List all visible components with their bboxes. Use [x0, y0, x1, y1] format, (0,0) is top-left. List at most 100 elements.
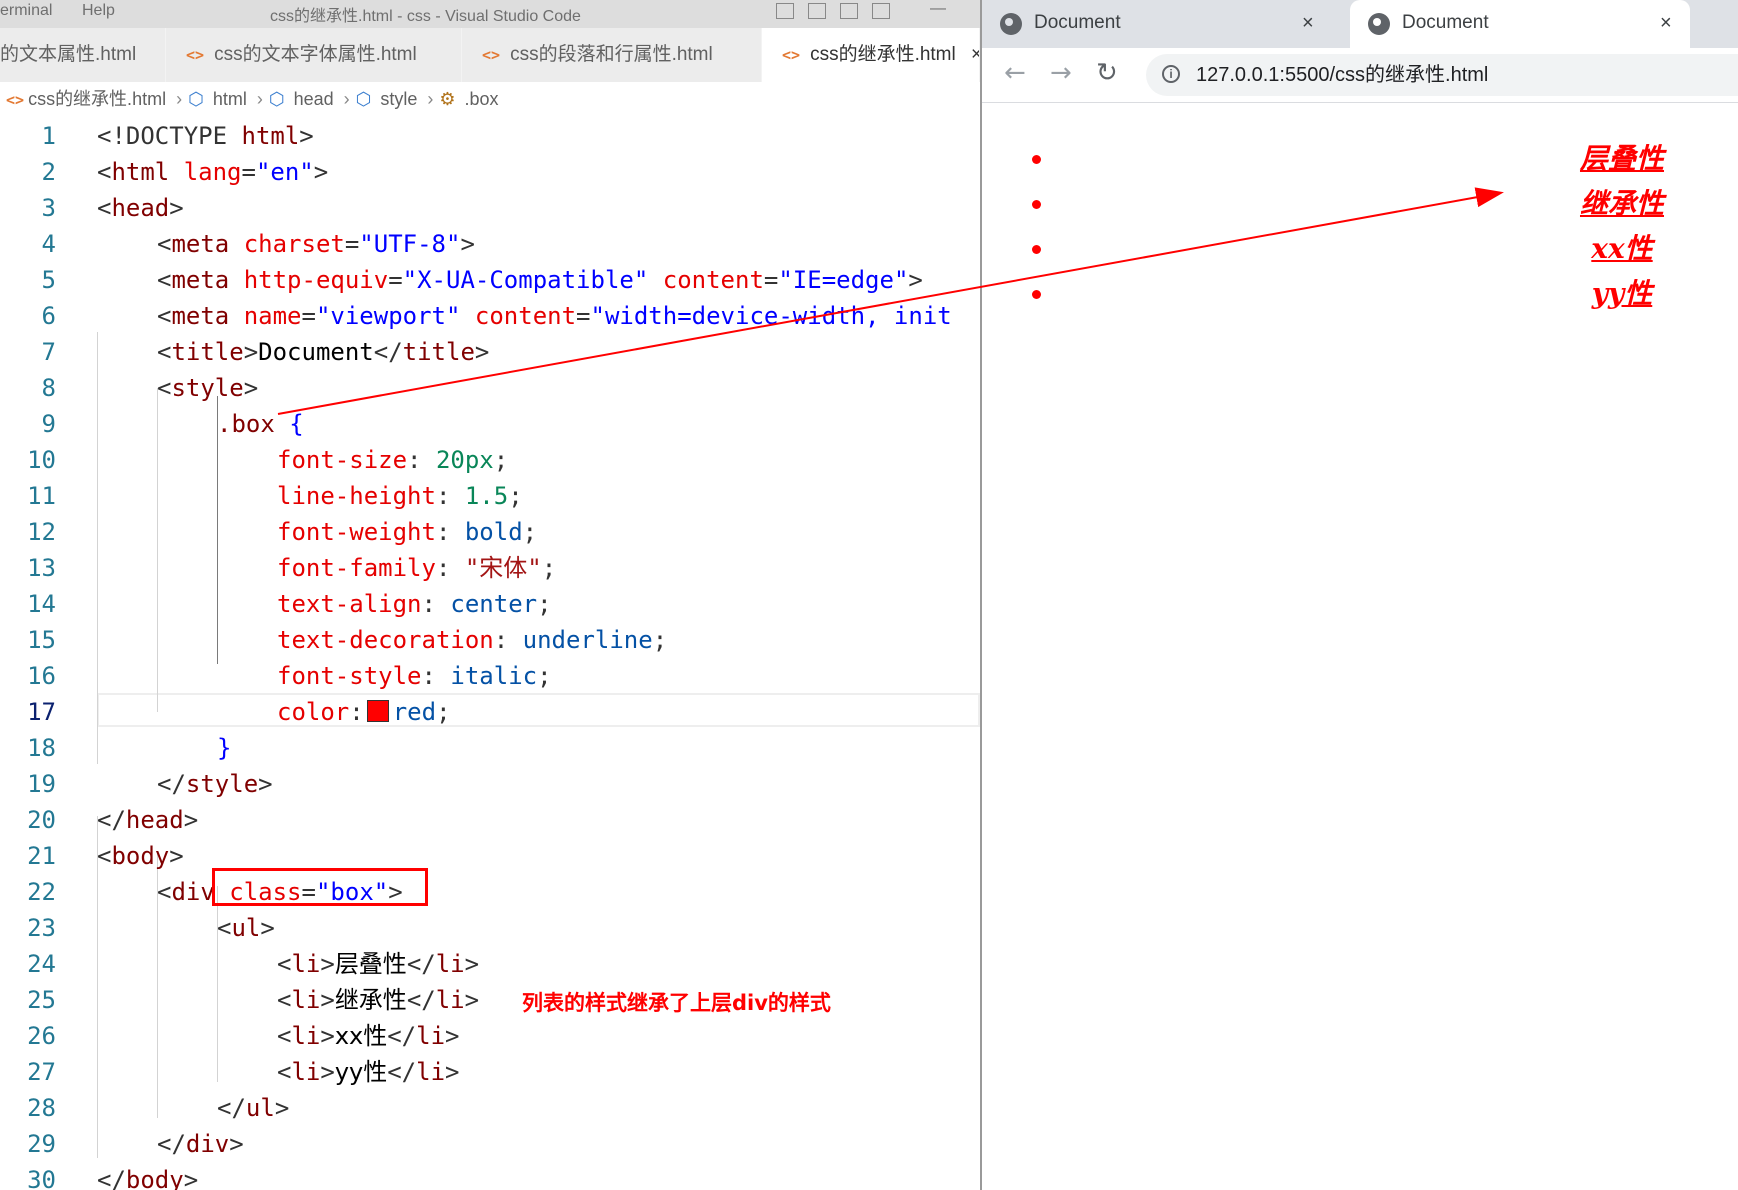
browser-toolbar: ← → ↻ i 127.0.0.1:5500/css的继承性.html — [982, 48, 1738, 103]
close-icon[interactable]: × — [1660, 0, 1672, 46]
menu-help[interactable]: Help — [82, 2, 115, 20]
code-line-9: 9 .box { — [0, 406, 980, 442]
code-token: = — [344, 230, 360, 258]
code-token: lang — [169, 158, 242, 186]
list-item: 层叠性 — [1579, 142, 1664, 175]
reload-icon[interactable]: ↻ — [1096, 58, 1118, 88]
browser-tab[interactable]: Document × — [982, 0, 1336, 48]
breadcrumb-file[interactable]: css的继承性.html — [28, 89, 166, 109]
close-icon[interactable]: × — [1302, 0, 1314, 46]
code-token: </ — [217, 1094, 246, 1122]
minimize-icon[interactable]: — — [930, 0, 946, 18]
code-token: = — [388, 266, 403, 294]
tab-paragraph-attr[interactable]: <> css的段落和行属性.html — [462, 28, 762, 82]
line-number: 22 — [27, 878, 56, 906]
chevron-right-icon: › — [256, 89, 263, 109]
address-bar[interactable]: i 127.0.0.1:5500/css的继承性.html — [1146, 54, 1738, 96]
page-viewport: 层叠性 继承性 xx性 yy性 — [982, 103, 1738, 1190]
code-token: italic — [450, 662, 538, 690]
code-token: meta — [171, 230, 230, 258]
code-token: < — [277, 950, 292, 978]
tab-inheritance[interactable]: <> css的继承性.html × — [762, 28, 980, 82]
class-attr-highlight-box — [212, 868, 428, 906]
toggle-secondary-sidebar-icon[interactable] — [840, 3, 858, 19]
info-icon[interactable]: i — [1162, 65, 1180, 83]
code-token: > — [445, 1058, 460, 1086]
code-line-28: 28 </ul> — [0, 1090, 980, 1126]
code-token: content — [648, 266, 764, 294]
toggle-sidebar-icon[interactable] — [776, 3, 794, 19]
code-token: font-weight — [277, 518, 436, 546]
code-token: body — [125, 1166, 184, 1190]
code-token: li — [291, 986, 321, 1014]
toggle-panel-icon[interactable] — [808, 3, 826, 19]
line-number: 15 — [27, 626, 56, 654]
code-line-11: 11 line-height: 1.5; — [0, 478, 980, 514]
breadcrumb: <> css的继承性.html › ⬡ html › ⬡ head › ⬡ style › ⚙ .… — [0, 82, 980, 116]
list-bullet — [1032, 290, 1041, 299]
code-token: meta — [171, 266, 230, 294]
list-bullet — [1032, 245, 1041, 254]
code-token: </ — [373, 338, 403, 366]
code-token: > — [243, 338, 259, 366]
code-token: "width=device-width, init — [590, 302, 952, 330]
code-token: ; — [522, 518, 538, 546]
breadcrumb-box[interactable]: .box — [465, 89, 499, 109]
breadcrumb-style[interactable]: style — [380, 89, 417, 109]
code-token: meta — [171, 302, 230, 330]
forward-icon[interactable]: → — [1050, 58, 1072, 88]
browser-tab-strip: Document × Document × — [982, 0, 1738, 48]
browser-tab-active[interactable]: Document × — [1350, 0, 1690, 48]
line-number: 18 — [27, 734, 56, 762]
code-line-26: 26 <li>xx性</li> — [0, 1018, 980, 1054]
code-token: > — [169, 194, 184, 222]
line-number: 21 — [27, 842, 56, 870]
code-token: > — [274, 1094, 290, 1122]
code-line-16: 16 font-style: italic; — [0, 658, 980, 694]
code-token: : — [349, 698, 364, 726]
selector-icon: ⚙ — [439, 89, 456, 109]
code-token: li — [435, 950, 465, 978]
code-line-12: 12 font-weight: bold; — [0, 514, 980, 550]
color-swatch[interactable] — [366, 700, 389, 722]
code-editor[interactable]: 1 <!DOCTYPE html> 2 <html lang="en"> 3 <hea… — [0, 116, 980, 1190]
code-token: <!DOCTYPE — [97, 122, 242, 150]
element-icon: ⬡ — [268, 89, 285, 109]
breadcrumb-head[interactable]: head — [294, 89, 334, 109]
window-title: css的继承性.html - css - Visual Studio Code — [270, 8, 581, 25]
line-number: 5 — [41, 266, 56, 294]
line-number: 7 — [41, 338, 56, 366]
tab-text-attr[interactable]: 的文本属性.html — [0, 28, 166, 82]
code-token: title — [171, 338, 244, 366]
code-token: font-family — [277, 554, 436, 582]
code-line-29: 29 </div> — [0, 1126, 980, 1162]
code-line-23: 23 <ul> — [0, 910, 980, 946]
element-icon: ⬡ — [355, 89, 372, 109]
code-token: < — [157, 302, 172, 330]
code-token: < — [277, 986, 292, 1014]
tab-close-icon[interactable]: × — [971, 44, 979, 65]
code-token: < — [157, 230, 172, 258]
tab-text-font-attr[interactable]: <> css的文本字体属性.html — [166, 28, 462, 82]
url-text[interactable]: 127.0.0.1:5500/css的继承性.html — [1196, 54, 1488, 96]
code-line-19: 19 </style> — [0, 766, 980, 802]
code-token: font-size — [277, 446, 408, 474]
breadcrumb-html[interactable]: html — [213, 89, 247, 109]
tab-label: 的文本属性.html — [0, 44, 137, 65]
code-token: > — [320, 986, 335, 1014]
back-icon[interactable]: ← — [1004, 58, 1026, 88]
code-token: } — [217, 734, 232, 762]
code-token: "UTF-8" — [359, 230, 461, 258]
code-token: </ — [387, 1022, 417, 1050]
line-number: 24 — [27, 950, 56, 978]
line-number: 12 — [27, 518, 56, 546]
code-token: > — [299, 122, 314, 150]
code-token: content — [460, 302, 577, 330]
code-token: </ — [97, 1166, 126, 1190]
tab-label: css的继承性.html — [810, 44, 956, 65]
code-token: : — [493, 626, 523, 654]
customize-layout-icon[interactable] — [872, 3, 890, 19]
line-number: 30 — [27, 1166, 56, 1190]
html-file-icon: <> — [782, 46, 801, 64]
menu-terminal[interactable]: erminal — [0, 2, 52, 20]
